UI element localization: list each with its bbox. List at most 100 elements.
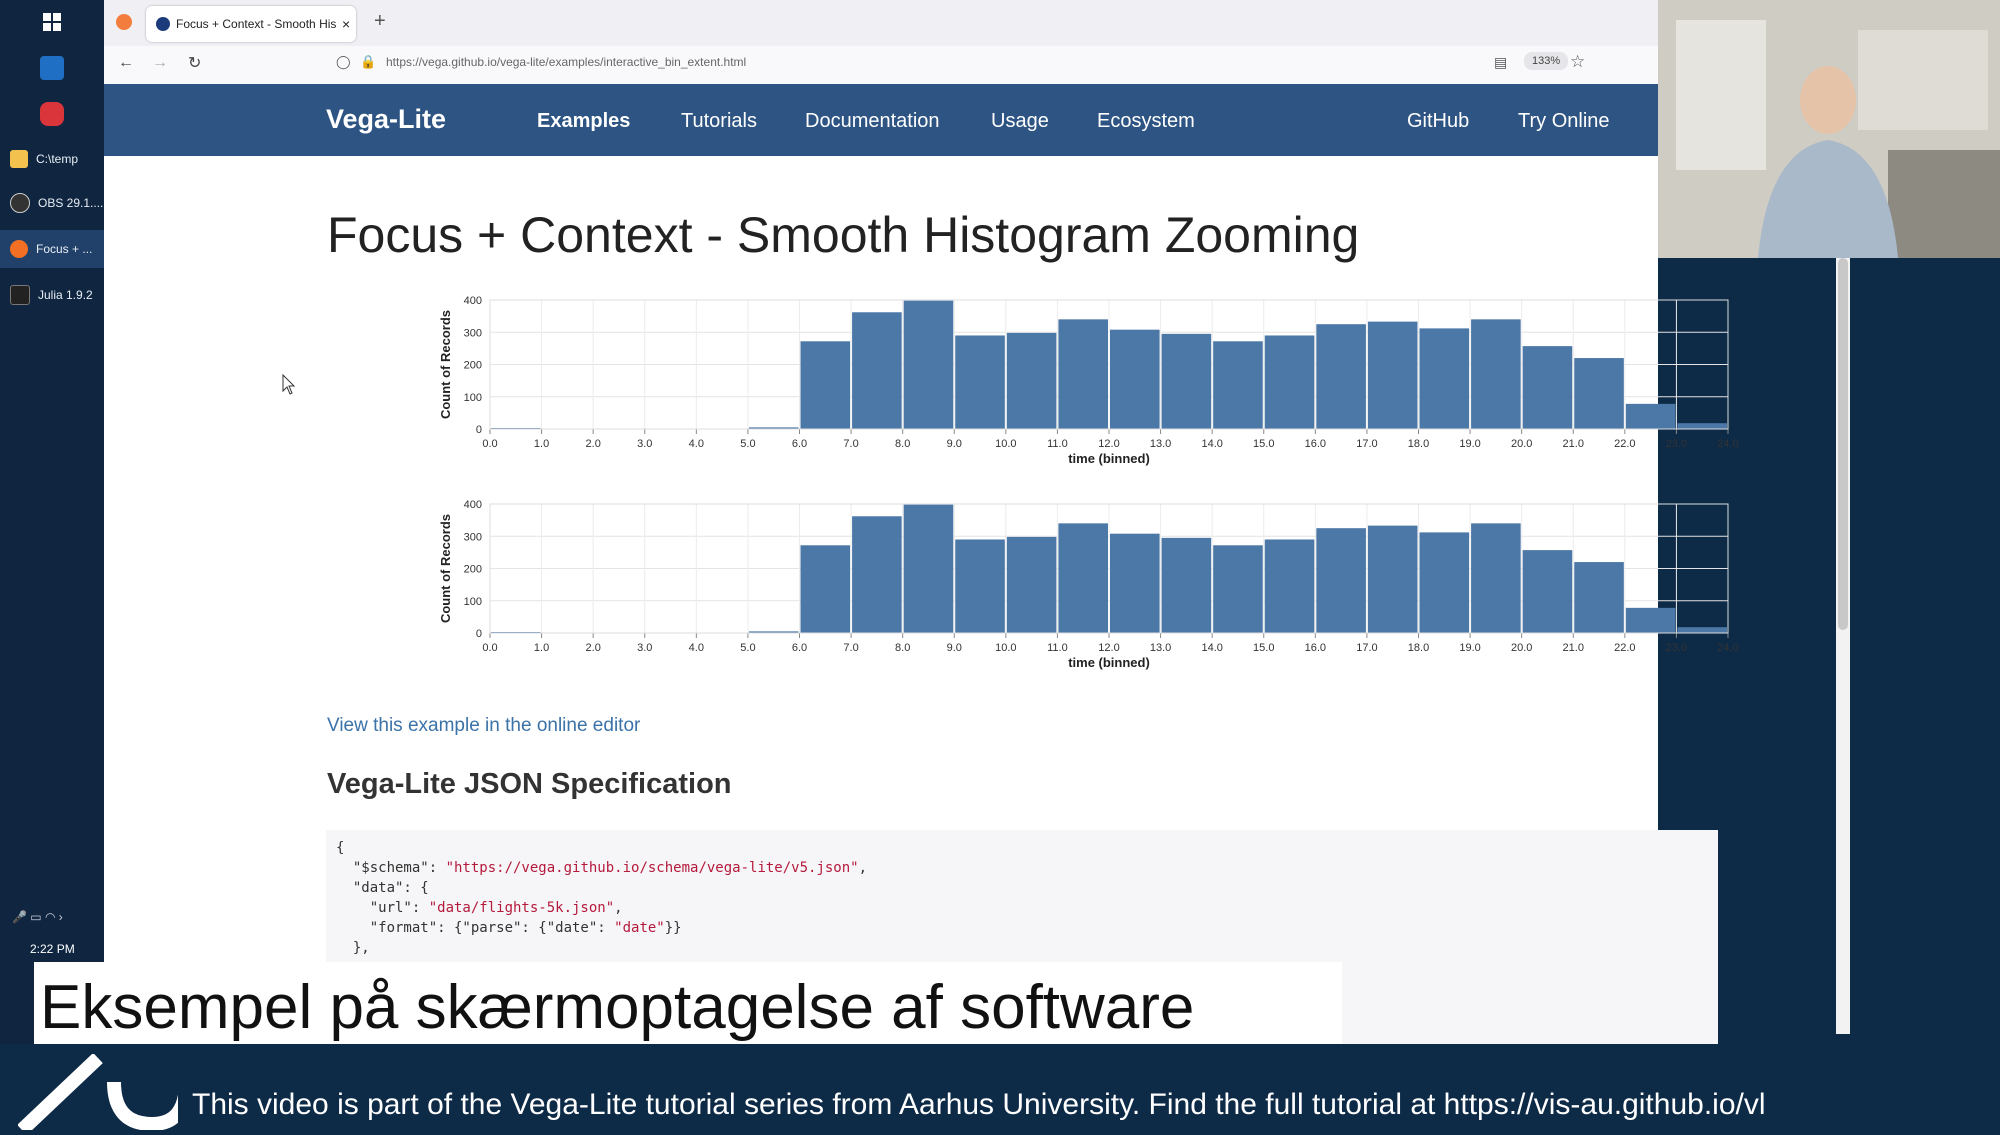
x-tick-label: 17.0 bbox=[1356, 438, 1377, 450]
firefox-view-icon[interactable] bbox=[116, 14, 132, 30]
taskbar-item-obs[interactable]: OBS 29.1.... bbox=[0, 184, 104, 222]
x-tick-label: 10.0 bbox=[995, 438, 1016, 450]
nav-ecosystem[interactable]: Ecosystem bbox=[1097, 110, 1195, 133]
histogram-chart-focus[interactable]: 0 100 200 300 400 0.0 1.0 2.0 3.0 4.0 5.0 6.0 7.0 8.0… bbox=[326, 286, 1746, 466]
scrollbar-thumb[interactable] bbox=[1838, 258, 1848, 630]
histogram-bar bbox=[1419, 328, 1470, 429]
x-tick-label: 8.0 bbox=[895, 438, 910, 450]
editor-link[interactable]: View this example in the online editor bbox=[327, 715, 640, 737]
histogram-bar bbox=[903, 300, 954, 429]
y-tick-label: 200 bbox=[464, 564, 482, 576]
histogram-bar bbox=[1419, 532, 1470, 633]
histogram-bar bbox=[1316, 528, 1366, 633]
new-tab-icon[interactable]: + bbox=[374, 10, 386, 33]
histogram-bar bbox=[852, 516, 902, 633]
histogram-bar bbox=[800, 545, 851, 633]
y-tick-label: 0 bbox=[476, 424, 482, 436]
histogram-bar bbox=[1213, 341, 1263, 429]
code-line: "$schema": "https://vega.github.io/schem… bbox=[336, 860, 868, 876]
zoom-level[interactable]: 133% bbox=[1524, 52, 1569, 70]
nav-usage[interactable]: Usage bbox=[991, 110, 1049, 133]
x-tick-label: 18.0 bbox=[1408, 642, 1429, 654]
page-title: Focus + Context - Smooth Histogram Zoomi… bbox=[327, 207, 1360, 263]
back-icon[interactable]: ← bbox=[118, 54, 134, 72]
taskbar-item-label: Focus + ... bbox=[36, 242, 93, 256]
x-tick-label: 19.0 bbox=[1459, 642, 1480, 654]
y-axis-title: Count of Records bbox=[438, 310, 453, 419]
aarhus-logo bbox=[17, 1052, 193, 1135]
x-tick-label: 22.0 bbox=[1614, 438, 1635, 450]
x-tick-label: 0.0 bbox=[482, 438, 497, 450]
histogram-chart-context[interactable]: 0 100 200 300 400 0.0 1.0 2.0 3.0 4.0 5.0 6.0 7.0 8.0… bbox=[326, 490, 1746, 670]
histogram-bar bbox=[1574, 562, 1624, 633]
histogram-bar bbox=[852, 312, 902, 429]
x-tick-label: 20.0 bbox=[1511, 642, 1532, 654]
histogram-bar bbox=[1161, 537, 1212, 633]
tab-bar: Focus + Context - Smooth Hist × + bbox=[104, 0, 1658, 46]
taskbar-item-julia[interactable]: Julia 1.9.2 bbox=[0, 276, 104, 314]
x-tick-label: 17.0 bbox=[1356, 642, 1377, 654]
x-tick-label: 13.0 bbox=[1150, 438, 1171, 450]
shield-icon[interactable]: ◯ bbox=[336, 54, 351, 70]
x-tick-label: 23.0 bbox=[1666, 642, 1687, 654]
histogram-bar bbox=[1110, 533, 1160, 633]
forward-icon[interactable]: → bbox=[152, 54, 168, 72]
histogram-bar bbox=[1110, 329, 1160, 429]
histogram-bar bbox=[1471, 319, 1521, 429]
x-tick-label: 11.0 bbox=[1047, 438, 1068, 450]
nav-tutorials[interactable]: Tutorials bbox=[681, 110, 757, 133]
vivaldi-icon[interactable] bbox=[40, 102, 64, 126]
nav-try-online[interactable]: Try Online bbox=[1518, 110, 1610, 133]
histogram-bar bbox=[1677, 627, 1727, 633]
taskbar-item-firefox[interactable]: Focus + ... bbox=[0, 230, 104, 268]
x-tick-label: 4.0 bbox=[689, 642, 704, 654]
x-tick-label: 9.0 bbox=[947, 642, 962, 654]
y-tick-label: 100 bbox=[464, 596, 482, 608]
outlook-icon[interactable] bbox=[40, 56, 64, 80]
code-line: "data": { bbox=[336, 880, 429, 896]
tab-active[interactable]: Focus + Context - Smooth Hist × bbox=[146, 6, 356, 42]
clock[interactable]: 2:22 PM bbox=[30, 942, 75, 956]
x-tick-label: 15.0 bbox=[1253, 642, 1274, 654]
firefox-icon bbox=[10, 240, 28, 258]
nav-documentation[interactable]: Documentation bbox=[805, 110, 940, 133]
nav-github[interactable]: GitHub bbox=[1407, 110, 1469, 133]
x-axis-title: time (binned) bbox=[1068, 451, 1150, 466]
brand-logo[interactable]: Vega-Lite bbox=[326, 104, 446, 135]
histogram-bar bbox=[1677, 423, 1727, 429]
x-tick-label: 5.0 bbox=[740, 438, 755, 450]
nav-examples[interactable]: Examples bbox=[537, 110, 630, 133]
x-tick-label: 1.0 bbox=[534, 642, 549, 654]
x-tick-label: 22.0 bbox=[1614, 642, 1635, 654]
mouse-cursor-icon bbox=[282, 373, 296, 401]
lock-icon[interactable]: 🔒 bbox=[360, 54, 376, 70]
x-tick-label: 8.0 bbox=[895, 642, 910, 654]
reload-icon[interactable]: ↻ bbox=[188, 53, 201, 73]
x-tick-label: 16.0 bbox=[1305, 642, 1326, 654]
caption-box: Eksempel på skærmoptagelse af software bbox=[34, 962, 1342, 1054]
footer-bar: This video is part of the Vega-Lite tuto… bbox=[0, 1044, 2000, 1135]
caption-text: Eksempel på skærmoptagelse af software bbox=[40, 973, 1195, 1042]
code-line: "url": "data/flights-5k.json", bbox=[336, 900, 623, 916]
taskbar: C:\temp OBS 29.1.... Focus + ... Julia 1… bbox=[0, 0, 104, 1050]
bookmark-star-icon[interactable]: ☆ bbox=[1570, 52, 1585, 72]
close-tab-icon[interactable]: × bbox=[342, 16, 350, 32]
y-tick-label: 0 bbox=[476, 628, 482, 640]
code-line: { bbox=[336, 840, 345, 856]
x-tick-label: 21.0 bbox=[1563, 642, 1584, 654]
windows-start-icon[interactable] bbox=[42, 12, 62, 32]
taskbar-item-label: OBS 29.1.... bbox=[38, 196, 104, 210]
histogram-bar bbox=[1264, 335, 1315, 429]
taskbar-item-temp[interactable]: C:\temp bbox=[0, 140, 104, 178]
tab-title: Focus + Context - Smooth Hist bbox=[176, 17, 336, 31]
obs-icon bbox=[10, 193, 30, 213]
reader-view-icon[interactable]: ▤ bbox=[1494, 54, 1507, 71]
x-tick-label: 6.0 bbox=[792, 642, 807, 654]
histogram-bar bbox=[1264, 539, 1315, 633]
taskbar-item-label: C:\temp bbox=[36, 152, 79, 166]
histogram-bar bbox=[1161, 333, 1212, 429]
system-tray[interactable]: 🎤 ▭ ◠ › bbox=[12, 910, 94, 926]
url-field[interactable]: https://vega.github.io/vega-lite/example… bbox=[386, 55, 746, 69]
histogram-bar bbox=[1522, 550, 1573, 633]
x-tick-label: 21.0 bbox=[1563, 438, 1584, 450]
